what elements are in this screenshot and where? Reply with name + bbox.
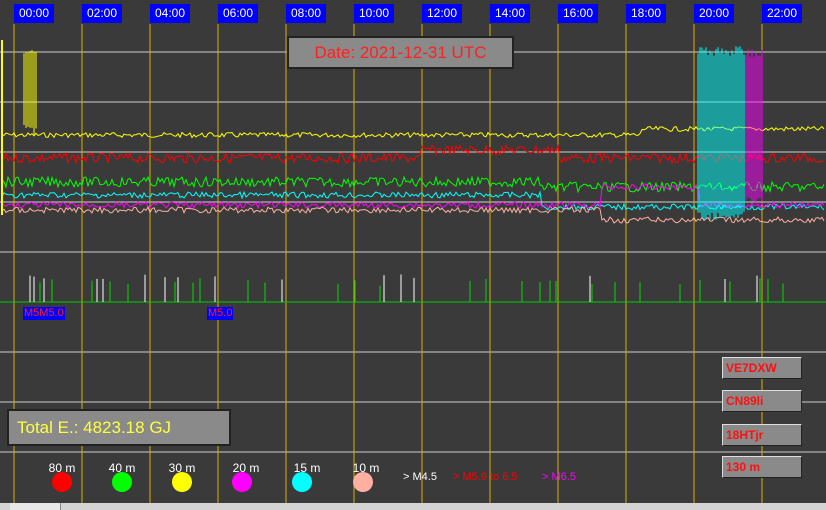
magnitude-legend-mid: > M5.9 to 6.5: [453, 471, 518, 483]
quake-tag[interactable]: M5.0: [207, 307, 234, 320]
pink-dot-icon: [353, 472, 373, 492]
yellow-dot-icon: [172, 472, 192, 492]
bottom-tab[interactable]: [10, 503, 61, 510]
magnitude-legend-low: > M4.5: [403, 471, 437, 483]
station-code-button[interactable]: 18HTjr: [722, 424, 802, 446]
status-strip: [0, 503, 826, 510]
hour-label: 12:00: [422, 4, 462, 23]
red-dot-icon: [52, 472, 72, 492]
hour-label: 08:00: [286, 4, 326, 23]
hour-label: 22:00: [762, 4, 802, 23]
hour-label: 14:00: [490, 4, 530, 23]
hour-label: 20:00: [694, 4, 734, 23]
grid-locator-button[interactable]: CN89li: [722, 390, 802, 412]
hour-label: 16:00: [558, 4, 598, 23]
hour-label: 10:00: [354, 4, 394, 23]
cyan-dot-icon: [292, 472, 312, 492]
hour-label: 04:00: [150, 4, 190, 23]
hour-label: 02:00: [82, 4, 122, 23]
hour-label: 06:00: [218, 4, 258, 23]
magnitude-legend-high: > M6.5: [542, 471, 576, 483]
quake-tag[interactable]: M5M5.0: [23, 307, 65, 320]
green-dot-icon: [112, 472, 132, 492]
hour-label: 18:00: [626, 4, 666, 23]
total-energy: Total E.: 4823.18 GJ: [7, 409, 231, 446]
band-button[interactable]: 130 m: [722, 456, 802, 478]
hour-label: 00:00: [14, 4, 54, 23]
callsign-button[interactable]: VE7DXW: [722, 357, 802, 379]
magenta-dot-icon: [232, 472, 252, 492]
date-label: Date: 2021-12-31 UTC: [287, 36, 514, 69]
